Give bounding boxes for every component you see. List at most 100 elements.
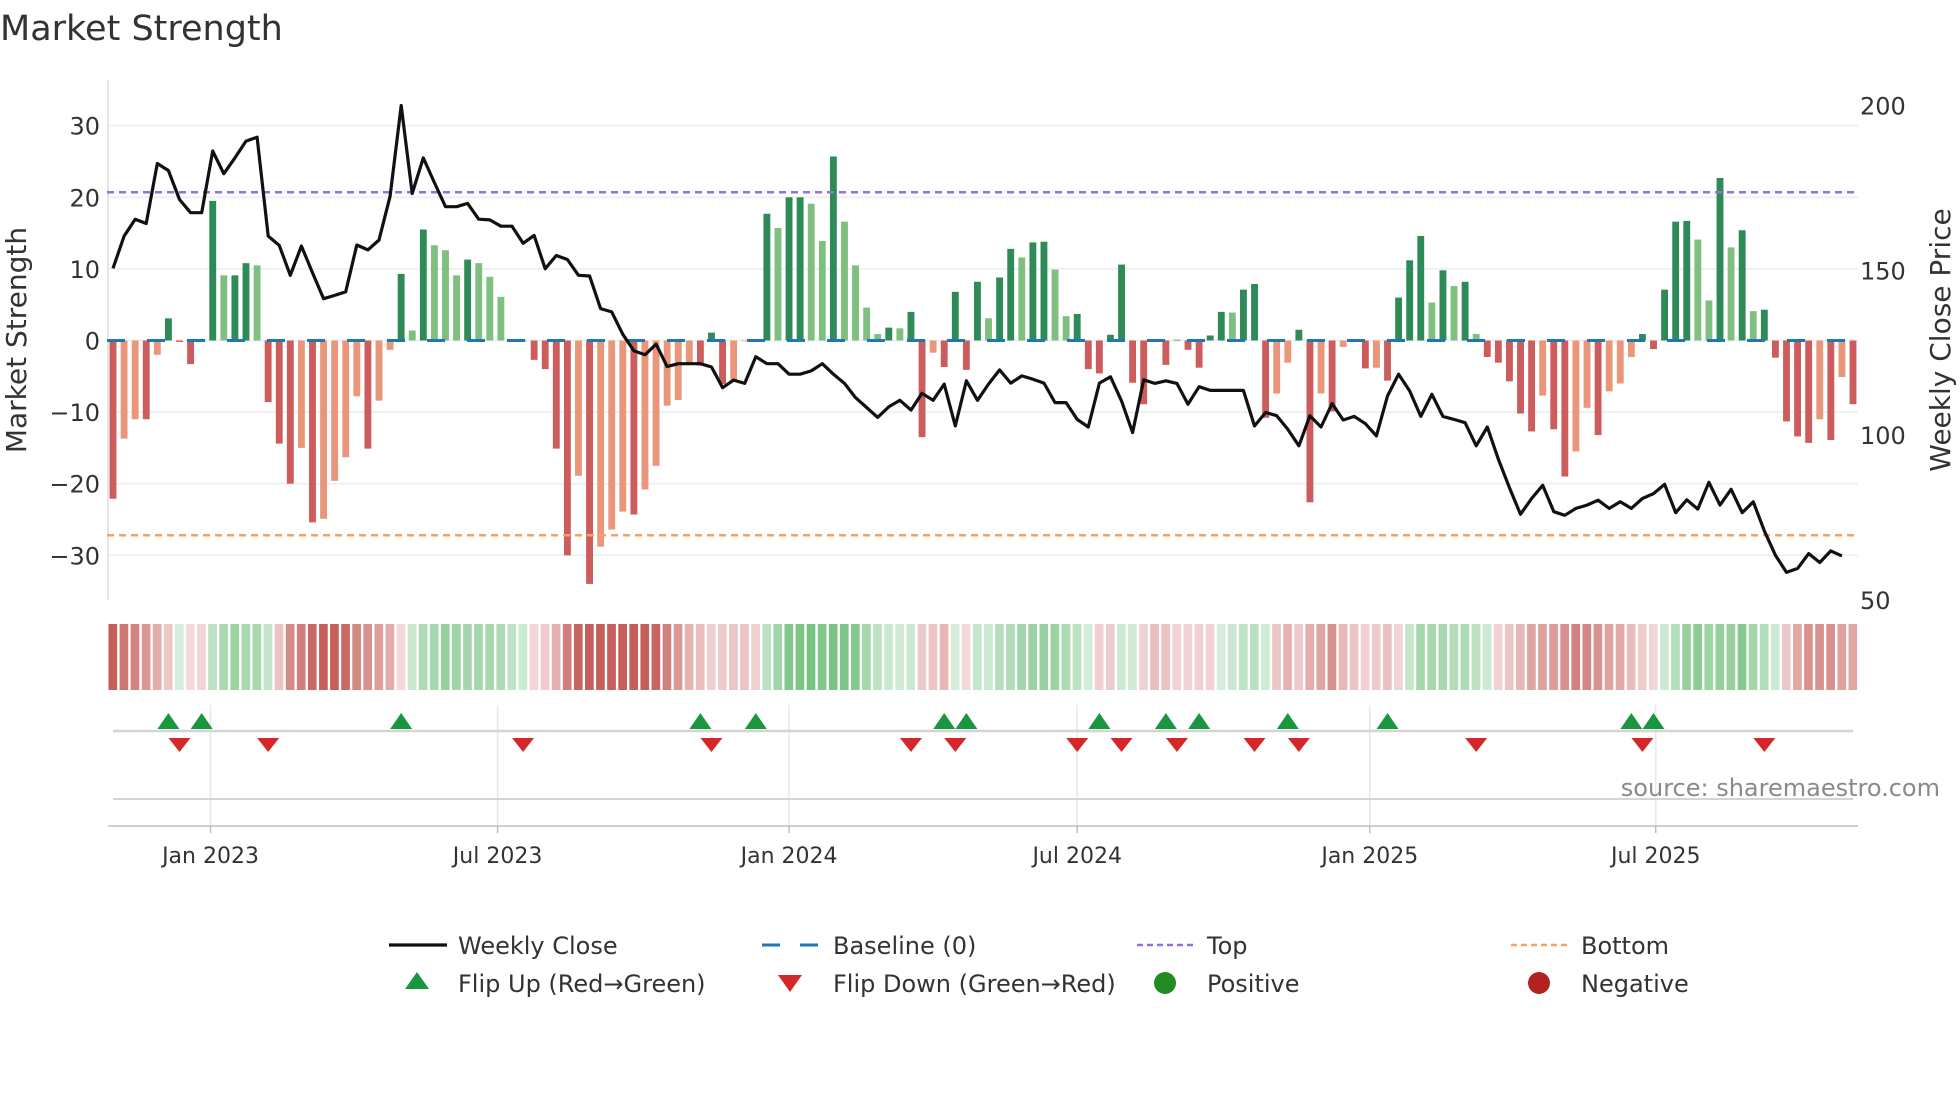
negative-bar: [641, 340, 649, 490]
x-tick-label: Jul 2024: [1030, 844, 1122, 869]
strength-heat-strip: [108, 624, 1858, 690]
negative-bar: [342, 340, 350, 458]
positive-bar: [486, 276, 494, 341]
heat-cell: [1848, 624, 1858, 690]
heat-cell: [961, 624, 971, 690]
heat-cell: [1283, 624, 1292, 690]
x-tick-label: Jan 2024: [739, 844, 838, 869]
positive-bar: [419, 229, 427, 341]
positive-bar: [1661, 289, 1669, 341]
positive-bar: [1727, 247, 1735, 341]
legend-item-flip-up: Flip Up (Red→Green): [405, 970, 706, 998]
heat-cell: [208, 624, 217, 690]
heat-cell: [374, 624, 384, 690]
heat-cell: [1660, 624, 1669, 690]
negative-bar: [109, 340, 117, 499]
heat-cell: [407, 624, 417, 690]
negative-bar: [1317, 340, 1325, 394]
negative-bar: [918, 340, 926, 438]
heat-cell: [108, 624, 118, 690]
negative-bar: [674, 340, 682, 400]
flip-up-marker: [157, 713, 180, 729]
flip-down-marker: [1243, 738, 1266, 752]
negative-bar: [1361, 340, 1369, 369]
negative-bar: [1771, 340, 1779, 358]
y-tick-label: 0: [85, 328, 100, 356]
heat-cell: [341, 624, 350, 690]
legend-label: Top: [1206, 932, 1248, 960]
heat-cell: [1648, 624, 1658, 690]
heat-cell: [1139, 624, 1148, 690]
heat-cell: [1549, 624, 1558, 690]
negative-bar: [1616, 340, 1624, 384]
heat-cell: [629, 624, 639, 690]
heat-cell: [396, 624, 406, 690]
heat-cell: [585, 624, 594, 690]
heat-cell: [551, 624, 561, 690]
positive-bar: [852, 265, 859, 341]
heat-cell: [285, 624, 295, 690]
positive-bar: [1406, 260, 1414, 341]
heat-cell: [296, 624, 306, 690]
negative-bar: [286, 340, 294, 484]
negative-bar: [297, 340, 305, 448]
heat-cell: [751, 624, 760, 690]
heat-cell: [1116, 624, 1126, 690]
heat-cell: [1028, 624, 1038, 690]
chart-title: Market Strength: [0, 9, 283, 49]
heat-cell: [152, 624, 162, 690]
negative-bar: [187, 340, 195, 365]
negative-bar: [1539, 340, 1547, 396]
heat-cell: [263, 624, 273, 690]
positive-bar: [1051, 269, 1059, 341]
heat-cell: [1626, 624, 1636, 690]
legend-item-top: Top: [1137, 932, 1248, 960]
negative-bar: [1483, 340, 1491, 357]
heat-cell: [1482, 624, 1492, 690]
positive-bar: [453, 275, 461, 341]
positive-bar: [1439, 270, 1447, 341]
flip-up-marker: [1276, 713, 1299, 729]
heat-cell: [1105, 624, 1115, 690]
negative-bar: [1627, 340, 1635, 357]
positive-bar: [1683, 220, 1691, 341]
heat-cell: [1327, 624, 1337, 690]
heat-cell: [496, 624, 506, 690]
negative-bar: [1517, 340, 1524, 414]
positive-bar: [774, 228, 782, 341]
source-credit: source: sharemaestro.com: [1621, 774, 1940, 802]
heat-cell: [1837, 624, 1847, 690]
heat-cell: [1637, 624, 1647, 690]
positive-bar: [1461, 281, 1469, 341]
positive-bar: [885, 327, 893, 341]
heat-cell: [1216, 624, 1226, 690]
positive-bar: [985, 318, 992, 341]
heat-cell: [1338, 624, 1348, 690]
flip-up-marker: [744, 713, 767, 729]
positive-bar: [1395, 297, 1403, 341]
heat-cell: [1294, 624, 1304, 690]
positive-bar: [1749, 311, 1757, 341]
flip-up-marker: [1088, 713, 1111, 729]
heat-cell: [806, 624, 816, 690]
heat-cell: [640, 624, 650, 690]
heat-cell: [1161, 624, 1171, 690]
flip-down-marker: [1753, 738, 1776, 752]
positive-bar: [996, 277, 1004, 341]
negative-bar: [309, 340, 316, 523]
negative-bar: [153, 340, 161, 355]
heat-cell: [274, 624, 284, 690]
negative-bar: [1650, 340, 1657, 350]
negative-bar: [1794, 340, 1802, 437]
positive-bar: [907, 311, 915, 341]
heat-cell: [429, 624, 439, 690]
heat-cell: [1826, 624, 1835, 690]
axis-ticks: 3020100−10−20−3020015010050: [49, 93, 1905, 616]
negative-bar: [630, 340, 638, 515]
heat-cell: [174, 624, 184, 690]
negative-bar: [1583, 340, 1591, 408]
heat-cell: [1305, 624, 1315, 690]
heat-cell: [1793, 624, 1802, 690]
heat-cell: [1438, 624, 1448, 690]
heat-cell: [817, 624, 827, 690]
